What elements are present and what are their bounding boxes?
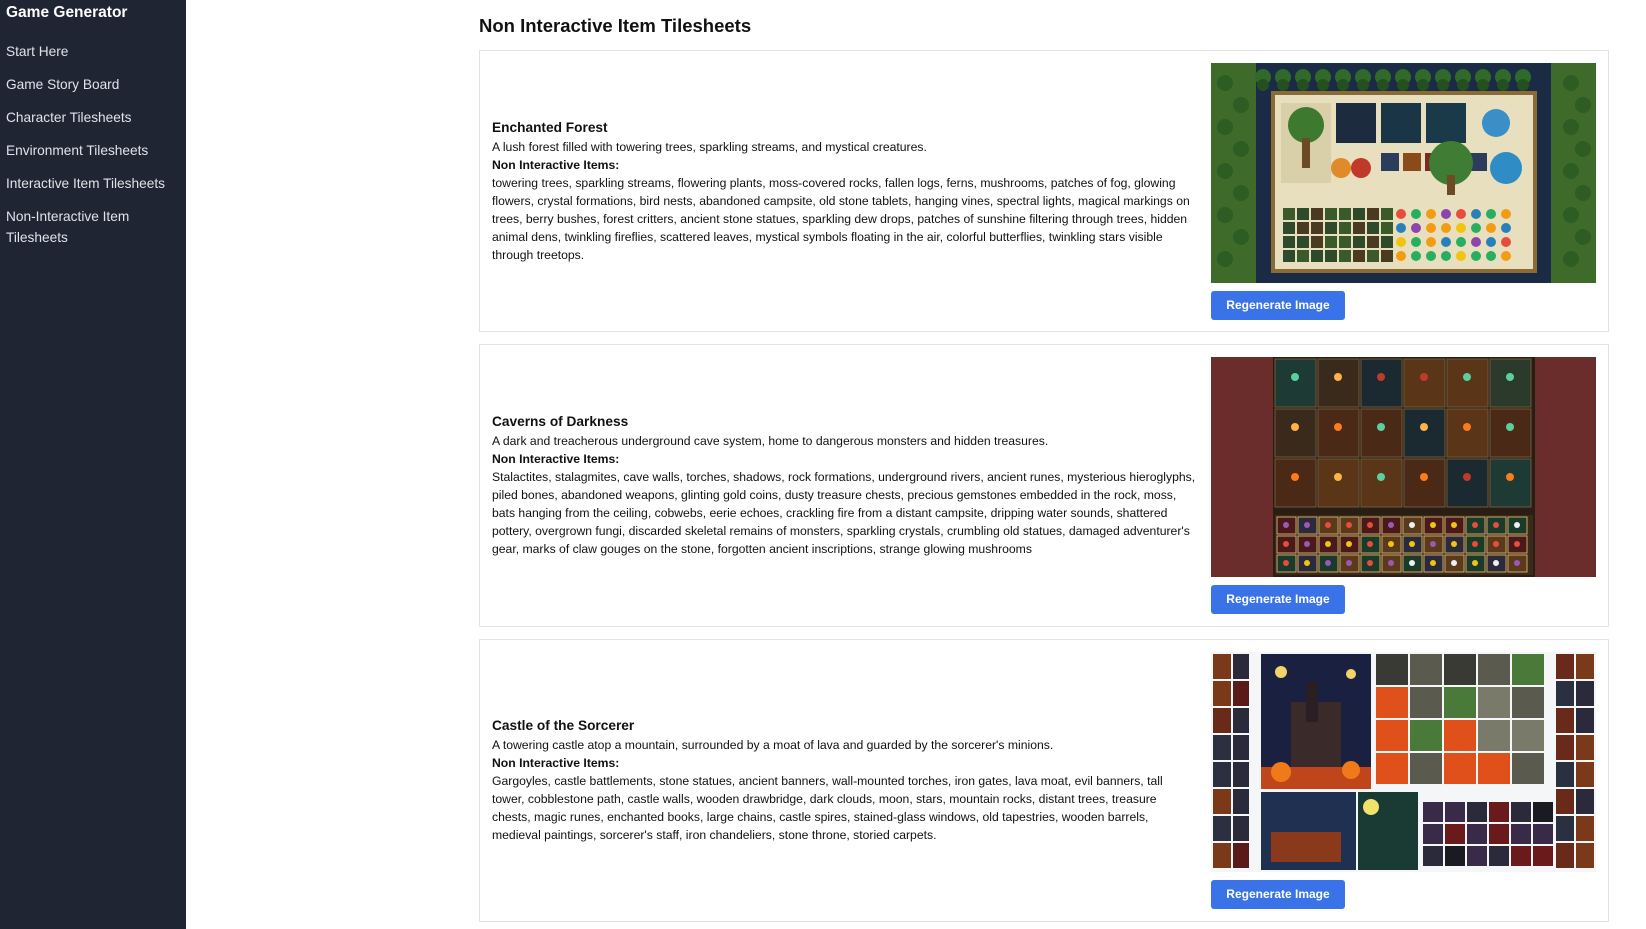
regenerate-image-button[interactable]: Regenerate Image bbox=[1211, 585, 1345, 614]
card-title: Caverns of Darkness bbox=[492, 414, 629, 429]
items-label: Non Interactive Items: bbox=[492, 158, 620, 172]
sidebar-item-character-tilesheets[interactable]: Character Tilesheets bbox=[6, 107, 182, 128]
card-description: A lush forest filled with towering trees… bbox=[492, 140, 927, 154]
forest-tilesheet-art bbox=[1211, 63, 1596, 283]
page-title: Non Interactive Item Tilesheets bbox=[479, 15, 752, 36]
tilesheet-card-caverns-of-darkness: Caverns of Darkness A dark and treachero… bbox=[479, 344, 1609, 627]
tilesheet-image bbox=[1211, 357, 1596, 577]
card-description: A dark and treacherous underground cave … bbox=[492, 434, 1049, 448]
sidebar-item-environment-tilesheets[interactable]: Environment Tilesheets bbox=[6, 140, 182, 161]
sidebar-item-game-story-board[interactable]: Game Story Board bbox=[6, 74, 182, 95]
tilesheet-card-enchanted-forest: Enchanted Forest A lush forest filled wi… bbox=[479, 50, 1609, 332]
card-text: Castle of the Sorcerer A towering castle… bbox=[492, 716, 1197, 844]
castle-tilesheet-art bbox=[1211, 652, 1596, 872]
app-brand[interactable]: Game Generator bbox=[6, 4, 127, 22]
sidebar: Game Generator Start Here Game Story Boa… bbox=[0, 0, 186, 929]
items-label: Non Interactive Items: bbox=[492, 756, 620, 770]
card-text: Caverns of Darkness A dark and treachero… bbox=[492, 412, 1197, 558]
card-title: Castle of the Sorcerer bbox=[492, 718, 635, 733]
card-description: A towering castle atop a mountain, surro… bbox=[492, 738, 1054, 752]
tilesheet-card-castle-of-the-sorcerer: Castle of the Sorcerer A towering castle… bbox=[479, 639, 1609, 922]
sidebar-item-interactive-item-tilesheets[interactable]: Interactive Item Tilesheets bbox=[6, 173, 182, 194]
caverns-tilesheet-art bbox=[1211, 357, 1596, 577]
tilesheet-image bbox=[1211, 652, 1596, 872]
items-list: towering trees, sparkling streams, flowe… bbox=[492, 176, 1190, 262]
card-text: Enchanted Forest A lush forest filled wi… bbox=[492, 118, 1197, 264]
regenerate-image-button[interactable]: Regenerate Image bbox=[1211, 291, 1345, 320]
card-title: Enchanted Forest bbox=[492, 120, 608, 135]
items-list: Gargoyles, castle battlements, stone sta… bbox=[492, 774, 1163, 842]
regenerate-image-button[interactable]: Regenerate Image bbox=[1211, 880, 1345, 909]
sidebar-nav: Start Here Game Story Board Character Ti… bbox=[6, 41, 182, 260]
items-list: Stalactites, stalagmites, cave walls, to… bbox=[492, 470, 1196, 556]
items-label: Non Interactive Items: bbox=[492, 452, 620, 466]
sidebar-item-start-here[interactable]: Start Here bbox=[6, 41, 182, 62]
sidebar-item-non-interactive-item-tilesheets[interactable]: Non-Interactive Item Tilesheets bbox=[6, 206, 182, 248]
tilesheet-image bbox=[1211, 63, 1596, 283]
